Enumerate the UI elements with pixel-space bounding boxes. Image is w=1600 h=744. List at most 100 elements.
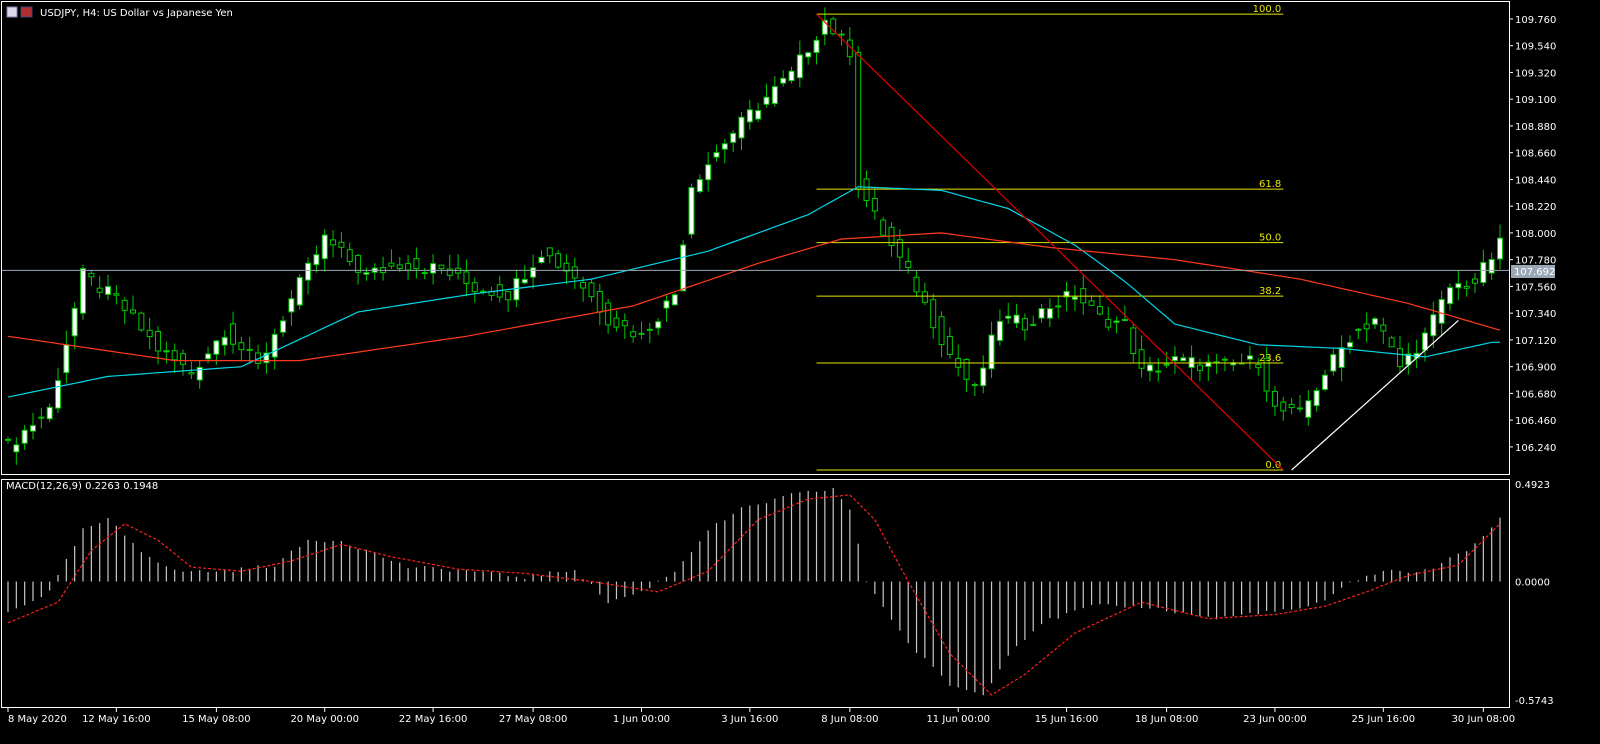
time-tick-label: 15 Jun 16:00 xyxy=(1035,714,1099,725)
trend-line-down[interactable] xyxy=(816,13,1284,471)
current-price-label: 107.692 xyxy=(1514,267,1555,278)
candle xyxy=(321,229,328,272)
candle xyxy=(1330,349,1337,376)
candle xyxy=(1038,303,1045,323)
price-tick-label: 109.760 xyxy=(1515,15,1556,26)
candle xyxy=(913,270,920,298)
candle xyxy=(255,344,262,370)
candle xyxy=(1171,346,1178,374)
candle xyxy=(330,230,337,258)
current-price-tag: 107.692 xyxy=(1511,265,1555,278)
candle xyxy=(55,367,62,414)
macd-label: MACD(12,26,9) 0.2263 0.1948 xyxy=(6,481,158,492)
time-tick-label: 3 Jun 16:00 xyxy=(721,714,778,725)
candle xyxy=(638,321,645,340)
candle xyxy=(888,222,895,257)
candle xyxy=(738,111,745,150)
candle xyxy=(471,277,478,303)
candle xyxy=(438,264,445,275)
trading-chart[interactable]: 100.061.850.038.223.60.0 109.760109.5401… xyxy=(0,0,1600,744)
candle xyxy=(1105,306,1112,331)
price-tick-label: 108.220 xyxy=(1515,202,1556,213)
chart-header: USDJPY, H4: US Dollar vs Japanese Yen xyxy=(6,6,233,19)
candle xyxy=(538,250,545,265)
candle xyxy=(746,99,753,130)
candle xyxy=(1246,345,1253,370)
price-tick-label: 109.320 xyxy=(1515,68,1556,79)
candle xyxy=(1413,339,1420,369)
time-tick-label: 23 Jun 00:00 xyxy=(1243,714,1307,725)
candle xyxy=(388,249,395,269)
flag-icon xyxy=(20,6,33,18)
trend-lines[interactable] xyxy=(816,13,1459,471)
price-tick-label: 108.660 xyxy=(1515,149,1556,160)
candle xyxy=(996,309,1003,346)
candle xyxy=(1030,315,1037,326)
price-tick-label: 108.880 xyxy=(1515,122,1556,133)
candle xyxy=(713,144,720,162)
candle xyxy=(1130,323,1137,363)
candle xyxy=(813,36,820,65)
candle xyxy=(305,257,312,295)
fib-level-label: 50.0 xyxy=(1259,233,1281,244)
candle xyxy=(1280,396,1287,421)
candle xyxy=(1021,313,1028,341)
candle xyxy=(1271,386,1278,417)
candle xyxy=(521,265,528,285)
candle xyxy=(621,313,628,340)
candle xyxy=(1288,398,1295,415)
candle xyxy=(1205,354,1212,381)
candle xyxy=(346,242,353,266)
candle xyxy=(1155,358,1162,382)
price-tick-label: 106.900 xyxy=(1515,363,1556,374)
macd-series xyxy=(7,488,1501,696)
candle xyxy=(971,382,978,397)
candle xyxy=(946,327,953,359)
fib-level-label: 23.6 xyxy=(1259,353,1281,364)
candle xyxy=(871,188,878,220)
candle xyxy=(1096,295,1103,316)
candle xyxy=(755,102,762,123)
price-tick-label: 107.120 xyxy=(1515,336,1556,347)
macd-tick-label: -0.5743 xyxy=(1515,696,1554,707)
candle xyxy=(71,302,78,350)
candle xyxy=(530,254,537,289)
candle xyxy=(1471,273,1478,293)
candle xyxy=(21,424,28,450)
candle xyxy=(1321,369,1328,392)
candle xyxy=(1380,317,1387,345)
axes: 109.760 109.540 109.320 109.100 108.880 108.6… xyxy=(7,15,1556,725)
fib-level-label: 100.0 xyxy=(1253,4,1282,15)
candle xyxy=(246,337,253,364)
candle xyxy=(405,255,412,280)
candle xyxy=(1196,358,1203,382)
candle xyxy=(1055,295,1062,319)
candle xyxy=(921,282,928,306)
candle xyxy=(80,264,87,320)
time-tick-label: 8 May 2020 xyxy=(8,714,67,725)
window-icon[interactable] xyxy=(6,6,18,18)
candle xyxy=(13,437,20,465)
candle xyxy=(113,285,120,305)
price-tick-label: 108.440 xyxy=(1515,175,1556,186)
price-tick-label: 106.240 xyxy=(1515,443,1556,454)
candle xyxy=(1497,224,1503,270)
candle xyxy=(1355,327,1362,340)
candle xyxy=(988,321,995,379)
candle xyxy=(1305,389,1312,426)
moving-averages xyxy=(2,186,1509,398)
candle xyxy=(1446,283,1453,311)
candle xyxy=(780,70,787,87)
candle xyxy=(221,330,228,356)
candle xyxy=(5,436,11,444)
price-tick-label: 106.460 xyxy=(1515,416,1556,427)
candle xyxy=(171,343,178,374)
candle xyxy=(1088,295,1095,307)
candle xyxy=(421,267,428,280)
fib-level-label: 61.8 xyxy=(1259,179,1281,190)
candle xyxy=(1363,312,1370,343)
candle xyxy=(1388,335,1395,348)
chart-title: USDJPY, H4: US Dollar vs Japanese Yen xyxy=(40,8,233,19)
candle xyxy=(396,256,403,273)
candle xyxy=(1071,285,1078,311)
